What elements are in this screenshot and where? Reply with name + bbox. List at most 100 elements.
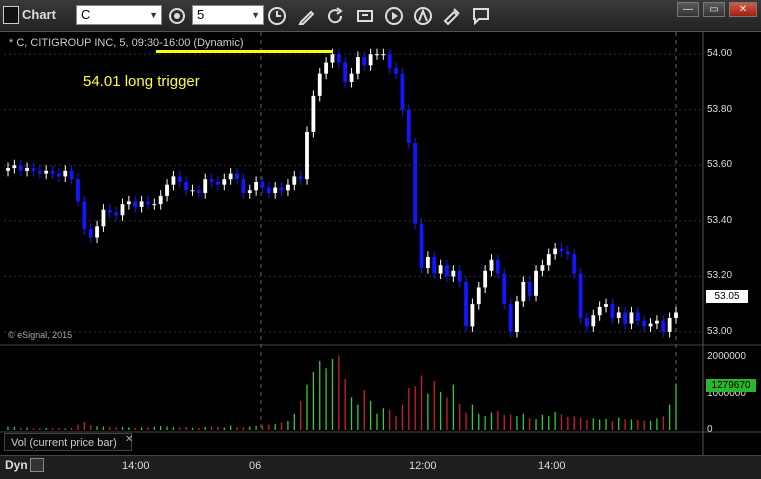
time-tick-label: 06 xyxy=(249,460,262,472)
candle-body xyxy=(18,165,23,171)
candle-body xyxy=(114,212,119,216)
candle-body xyxy=(50,170,55,174)
candle xyxy=(305,126,309,185)
candle xyxy=(18,159,23,177)
trigger-annotation: 54.01 long trigger xyxy=(83,73,200,90)
candle xyxy=(616,306,621,324)
candle-body xyxy=(387,54,392,69)
candle-body xyxy=(667,318,672,332)
candle-body xyxy=(457,270,462,282)
lock-scale-icon[interactable] xyxy=(30,458,44,472)
candle-body xyxy=(559,248,564,252)
price-volume-chart[interactable] xyxy=(0,0,761,478)
candle-body xyxy=(88,229,93,238)
candle-body xyxy=(158,195,163,205)
candle xyxy=(107,204,112,219)
candle-body xyxy=(527,281,532,296)
candle xyxy=(406,104,411,149)
candle-body xyxy=(146,201,150,205)
candle xyxy=(317,68,322,102)
candle-body xyxy=(425,256,430,269)
price-tick-label: 54.00 xyxy=(707,48,733,60)
candle-body xyxy=(578,273,583,319)
time-axis-bar xyxy=(0,455,761,479)
candle-body xyxy=(184,181,189,191)
candle-body xyxy=(330,54,335,63)
candle xyxy=(56,168,61,182)
candle-body xyxy=(76,179,80,202)
volume-study-close-icon[interactable]: ✕ xyxy=(125,434,133,445)
candle xyxy=(76,173,80,207)
candle xyxy=(184,176,189,196)
candle-body xyxy=(432,256,437,274)
candle-body xyxy=(120,204,125,216)
candle-body xyxy=(438,265,443,274)
candle-body xyxy=(279,187,284,191)
candle xyxy=(235,168,239,185)
candle-body xyxy=(502,273,507,305)
candle-body xyxy=(355,56,360,74)
candle-body xyxy=(152,204,157,206)
candle xyxy=(120,198,125,221)
candle xyxy=(203,173,208,199)
candle-body xyxy=(483,270,488,288)
candle xyxy=(165,179,169,202)
candle xyxy=(146,195,150,210)
candle-body xyxy=(591,315,596,327)
candle-body xyxy=(661,320,666,332)
candle-body xyxy=(12,165,17,169)
candle-body xyxy=(368,54,373,66)
time-tick-label: 14:00 xyxy=(538,460,566,472)
candle-body xyxy=(196,190,201,194)
candle-body xyxy=(572,254,577,274)
time-tick-label: 12:00 xyxy=(409,460,437,472)
candle-body xyxy=(413,143,418,224)
candle-body xyxy=(635,312,640,321)
candle xyxy=(6,162,10,177)
candle-body xyxy=(190,190,195,192)
candle-body xyxy=(362,56,367,66)
candle xyxy=(597,301,602,321)
candle xyxy=(375,48,379,60)
candle xyxy=(158,190,163,210)
candle-body xyxy=(63,170,68,177)
volume-study-label[interactable]: Vol (current price bar) xyxy=(4,433,132,451)
candle xyxy=(470,298,475,332)
candle-body xyxy=(495,259,500,274)
candle xyxy=(540,259,545,277)
candle xyxy=(44,165,49,180)
candle xyxy=(273,181,278,199)
volume-series xyxy=(7,355,677,430)
candle xyxy=(82,195,87,235)
candle xyxy=(432,251,437,280)
time-tick-label: 14:00 xyxy=(122,460,150,472)
candle-body xyxy=(521,281,526,302)
price-tick-label: 53.60 xyxy=(707,159,733,171)
candle xyxy=(266,181,271,199)
candle xyxy=(629,306,634,330)
candle xyxy=(69,165,74,185)
candle xyxy=(635,306,640,327)
candle xyxy=(642,315,647,332)
candle-body xyxy=(489,259,494,271)
candle-body xyxy=(508,304,513,332)
candle xyxy=(464,276,468,332)
candle-body xyxy=(476,287,481,305)
candle-body xyxy=(470,304,475,327)
candle-body xyxy=(515,301,519,332)
candle xyxy=(476,281,481,310)
candle xyxy=(585,312,589,332)
candle xyxy=(228,168,233,185)
chart-header: * C, CITIGROUP INC, 5, 09:30-16:00 (Dyna… xyxy=(9,37,244,49)
candle-body xyxy=(228,173,233,180)
candle xyxy=(139,195,144,213)
candle-body xyxy=(171,176,176,185)
candle-body xyxy=(260,181,265,188)
candle-body xyxy=(95,226,99,238)
candle-body xyxy=(674,312,678,319)
candle xyxy=(381,48,386,60)
candle xyxy=(457,265,462,288)
candle xyxy=(286,179,290,196)
candle-body xyxy=(604,304,608,307)
candle-body xyxy=(56,173,61,177)
